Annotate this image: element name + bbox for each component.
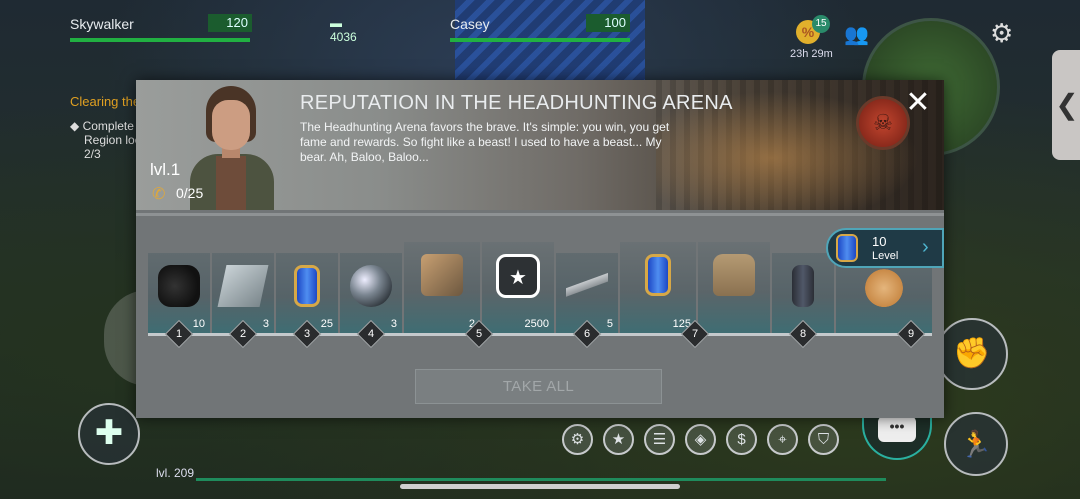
backpack-icon[interactable]: ⛉ bbox=[808, 424, 839, 455]
bottle-icon bbox=[792, 265, 814, 307]
quest-line: ◆ Complete bbox=[70, 119, 134, 133]
sprint-button[interactable]: 🏃 bbox=[944, 412, 1008, 476]
level-pill[interactable]: 10 Level › bbox=[826, 228, 944, 268]
divider bbox=[136, 213, 944, 216]
reward-count: 3 bbox=[262, 318, 269, 330]
bottom-toolbar: ⚙ ★ ☰ ◈ $ ⌖ ⛉ bbox=[562, 424, 839, 455]
dialog-description: The Headhunting Arena favors the brave. … bbox=[300, 120, 670, 164]
player-name: Skywalker bbox=[70, 16, 134, 32]
player-health-line bbox=[70, 38, 250, 42]
player-extra-value: ▬ 4036 bbox=[330, 16, 357, 44]
reward-count: 3 bbox=[390, 318, 397, 330]
player-hp: 120 bbox=[208, 14, 252, 32]
dialog-header: lvl.1 ✆ 0/25 REPUTATION IN THE HEADHUNTI… bbox=[136, 80, 944, 210]
player-health-line bbox=[450, 38, 630, 42]
heal-plus-button[interactable]: ✚ bbox=[78, 403, 140, 465]
reward-slot-7a[interactable]: 125 bbox=[620, 242, 696, 333]
player-bar-1: Skywalker 120 ▬ 4036 bbox=[70, 14, 357, 44]
chevron-right-icon[interactable]: › bbox=[922, 236, 929, 259]
reputation-dialog: lvl.1 ✆ 0/25 REPUTATION IN THE HEADHUNTI… bbox=[136, 80, 944, 418]
ear-token-icon: ✆ bbox=[152, 186, 166, 203]
friends-icon[interactable]: 👥 bbox=[844, 22, 869, 47]
reward-count: 25 bbox=[320, 318, 333, 330]
blue-canister-icon bbox=[294, 265, 320, 307]
gear-icon[interactable]: ⚙ bbox=[990, 18, 1013, 49]
event-timer: 23h 29m bbox=[790, 48, 833, 60]
clan-icon[interactable]: ★ bbox=[603, 424, 634, 455]
chat-icon[interactable]: ••• bbox=[878, 416, 916, 442]
reward-slot-5a[interactable]: 2 bbox=[404, 242, 480, 333]
home-indicator[interactable] bbox=[400, 484, 680, 489]
side-panel-tab[interactable]: ❮ bbox=[1052, 50, 1080, 160]
crafting-icon[interactable]: ⚙ bbox=[562, 424, 593, 455]
reputation-progress: 0/25 bbox=[176, 185, 204, 201]
blue-canister-icon bbox=[836, 234, 858, 262]
shop-icon[interactable]: $ bbox=[726, 424, 757, 455]
player-name: Casey bbox=[450, 16, 490, 32]
tasks-icon[interactable]: ☰ bbox=[644, 424, 675, 455]
close-button[interactable]: ✕ bbox=[902, 88, 934, 120]
map-icon[interactable]: ⌖ bbox=[767, 424, 798, 455]
dog-icon bbox=[863, 265, 905, 307]
xp-bar bbox=[196, 478, 886, 481]
take-all-button[interactable]: TAKE ALL bbox=[415, 369, 662, 404]
quest-progress: 2/3 bbox=[84, 147, 101, 161]
reputation-level: lvl.1 bbox=[150, 160, 181, 179]
attack-fist-button[interactable]: ✊ bbox=[936, 318, 1008, 390]
badge-count: 15 bbox=[812, 15, 830, 33]
coal-icon bbox=[158, 265, 200, 307]
tool-kit-icon bbox=[421, 254, 463, 296]
quest-line: Region loc bbox=[84, 133, 141, 147]
reward-count: 5 bbox=[606, 318, 613, 330]
reward-slot-5b[interactable]: ★ 2500 bbox=[482, 242, 554, 333]
lens-icon bbox=[350, 265, 392, 307]
medal-icon: ★ bbox=[496, 254, 540, 298]
metal-rod-icon bbox=[566, 265, 608, 307]
quest-title: Clearing the bbox=[70, 94, 141, 109]
dialog-title: REPUTATION IN THE HEADHUNTING ARENA bbox=[300, 92, 733, 114]
player-level: lvl. 209 bbox=[156, 466, 195, 480]
metal-plate-icon bbox=[217, 265, 269, 307]
events-icon[interactable]: ◈ bbox=[685, 424, 716, 455]
quest-tracker[interactable]: Clearing the ◆ Complete Region loc 2/3 bbox=[70, 94, 141, 161]
reward-count: 2500 bbox=[524, 318, 549, 330]
level-label: Level bbox=[872, 250, 899, 262]
reward-slot-7b[interactable] bbox=[698, 242, 770, 333]
backpack-icon bbox=[713, 254, 755, 296]
reward-track: 10 3 25 3 2 ★ 2500 5 125 1 2 3 4 5 6 7 8… bbox=[136, 210, 944, 418]
player-hp: 100 bbox=[586, 14, 630, 32]
blue-canister-icon bbox=[645, 254, 671, 296]
reward-count: 10 bbox=[192, 318, 205, 330]
level-value: 10 bbox=[872, 234, 887, 249]
player-bar-2: Casey 100 bbox=[450, 14, 630, 44]
